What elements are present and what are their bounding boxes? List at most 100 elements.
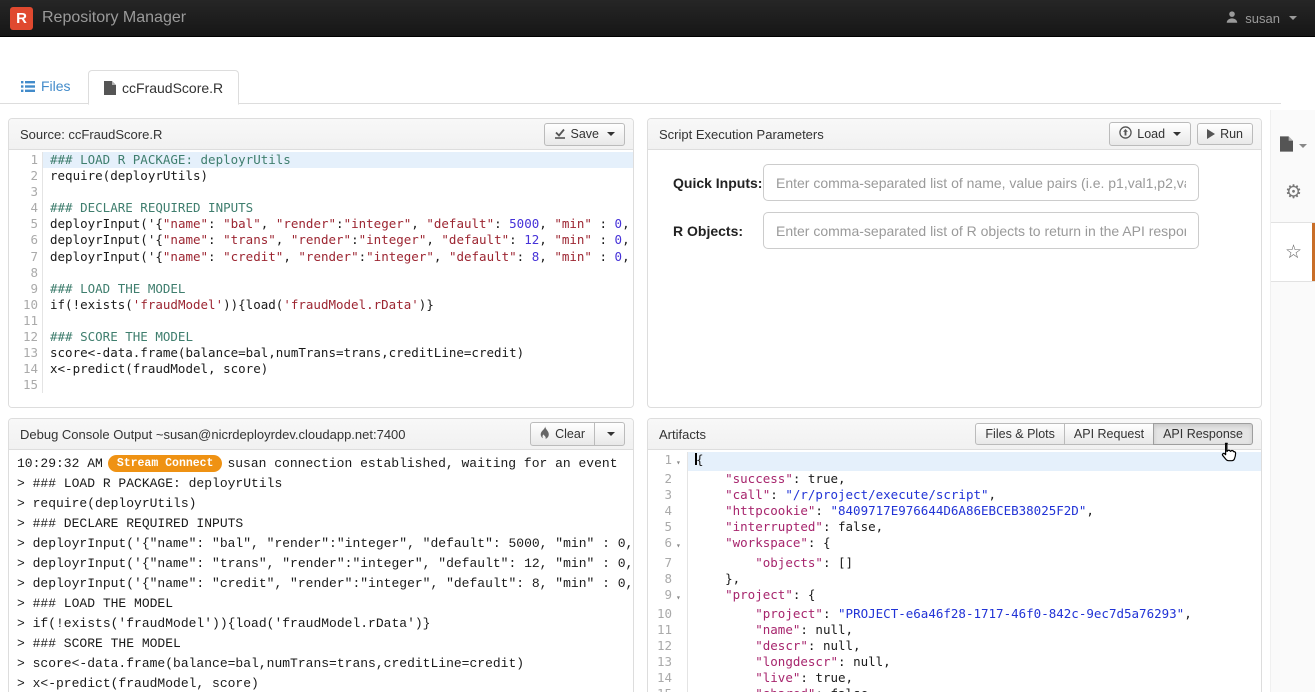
code-line: 13 "longdescr": null, <box>648 654 1261 670</box>
script-execution-header: Script Execution Parameters Load Run <box>648 119 1261 150</box>
code-line: 2require(deployrUtils) <box>9 168 633 184</box>
code-line: 3 "call": "/r/project/execute/script", <box>648 487 1261 503</box>
console-line: > score<-data.frame(balance=bal,numTrans… <box>17 654 625 674</box>
fold-toggle[interactable]: ▾ <box>676 587 687 606</box>
code-line: 2 "success": true, <box>648 471 1261 487</box>
console-line: > require(deployrUtils) <box>17 494 625 514</box>
tab-ccfraudscore[interactable]: ccFraudScore.R <box>88 70 239 105</box>
code-line: 14 "live": true, <box>648 670 1261 686</box>
code-line: 10 "project": "PROJECT-e6a46f28-1717-46f… <box>648 606 1261 622</box>
sidebar-settings[interactable]: ⚙ <box>1271 170 1315 214</box>
source-panel-title: Source: ccFraudScore.R <box>20 127 544 142</box>
code-line: 6▾ "workspace": { <box>648 535 1261 554</box>
source-panel: Source: ccFraudScore.R Save 1### LOAD R … <box>8 118 634 408</box>
user-icon <box>1225 10 1239 27</box>
fold-spacer <box>676 606 687 622</box>
code-line: 8 <box>9 265 633 281</box>
code-line: 8 }, <box>648 571 1261 587</box>
script-execution-panel: Script Execution Parameters Load Run Qui… <box>647 118 1262 408</box>
api-response-viewer[interactable]: 1▾{2 "success": true,3 "call": "/r/proje… <box>648 450 1261 692</box>
fire-icon <box>540 426 550 442</box>
code-line: 15 <box>9 377 633 393</box>
file-tabbar: Files ccFraudScore.R <box>0 69 1281 104</box>
quick-inputs-input[interactable] <box>763 164 1199 201</box>
code-line: 15 "shared": false <box>648 686 1261 692</box>
sidebar-favorites[interactable]: ☆ <box>1271 222 1315 282</box>
user-menu[interactable]: susan <box>1225 10 1297 27</box>
fold-spacer <box>676 686 687 692</box>
artifacts-panel: Artifacts Files & Plots API Request API … <box>647 418 1262 692</box>
code-line: 9### LOAD THE MODEL <box>9 281 633 297</box>
api-request-button[interactable]: API Request <box>1064 423 1154 445</box>
fold-spacer <box>676 471 687 487</box>
tab-files-label: Files <box>41 78 71 94</box>
console-line: 10:29:32 AMStream Connectsusan connectio… <box>17 454 625 474</box>
code-line: 5deployrInput('{"name": "bal", "render":… <box>9 216 633 232</box>
console-line: > ### SCORE THE MODEL <box>17 634 625 654</box>
code-line: 1### LOAD R PACKAGE: deployrUtils <box>9 152 633 168</box>
fold-toggle[interactable]: ▾ <box>676 535 687 554</box>
debug-console-output[interactable]: 10:29:32 AMStream Connectsusan connectio… <box>9 450 633 692</box>
save-button[interactable]: Save <box>544 123 626 146</box>
app-logo: R <box>10 7 33 30</box>
code-line: 12 "descr": null, <box>648 638 1261 654</box>
tab-ccfraudscore-label: ccFraudScore.R <box>122 80 223 96</box>
fold-toggle[interactable]: ▾ <box>676 452 687 471</box>
code-line: 4### DECLARE REQUIRED INPUTS <box>9 200 633 216</box>
clear-button[interactable]: Clear <box>530 422 595 446</box>
debug-console-panel: Debug Console Output ~susan@nicrdeployrd… <box>8 418 634 692</box>
tab-files[interactable]: Files <box>8 69 84 104</box>
code-line: 7 "objects": [] <box>648 555 1261 571</box>
quick-inputs-label: Quick Inputs: <box>648 175 763 191</box>
artifacts-title: Artifacts <box>659 427 975 442</box>
list-icon <box>21 80 35 96</box>
console-line: > ### DECLARE REQUIRED INPUTS <box>17 514 625 534</box>
sidebar-file-caret-icon <box>1299 144 1307 148</box>
gear-icon: ⚙ <box>1285 181 1302 204</box>
code-line: 11 <box>9 313 633 329</box>
code-line: 5 "interrupted": false, <box>648 519 1261 535</box>
document-icon <box>1280 136 1293 157</box>
sidebar-file-menu[interactable] <box>1271 124 1315 168</box>
code-line: 7deployrInput('{"name": "credit", "rende… <box>9 249 633 265</box>
console-line: > deployrInput('{"name": "credit", "rend… <box>17 574 625 594</box>
debug-console-header: Debug Console Output ~susan@nicrdeployrd… <box>9 419 633 450</box>
fold-spacer <box>676 555 687 571</box>
stream-connect-badge: Stream Connect <box>108 455 223 472</box>
user-name: susan <box>1245 11 1280 26</box>
fold-spacer <box>676 571 687 587</box>
right-sidebar: ⚙ ☆ <box>1270 110 1315 692</box>
fold-spacer <box>676 638 687 654</box>
console-line: > if(!exists('fraudModel')){load('fraudM… <box>17 614 625 634</box>
files-plots-button[interactable]: Files & Plots <box>975 423 1064 445</box>
load-button[interactable]: Load <box>1109 122 1191 146</box>
top-navbar: R Repository Manager susan <box>0 0 1315 37</box>
clear-dropdown-button[interactable] <box>594 422 625 446</box>
source-panel-header: Source: ccFraudScore.R Save <box>9 119 633 150</box>
clear-caret-icon <box>607 432 615 436</box>
save-caret-icon <box>607 132 615 136</box>
fold-spacer <box>676 622 687 638</box>
save-icon <box>554 127 566 142</box>
script-execution-title: Script Execution Parameters <box>659 127 1109 142</box>
code-line: 14x<-predict(fraudModel, score) <box>9 361 633 377</box>
artifacts-header: Artifacts Files & Plots API Request API … <box>648 419 1261 450</box>
code-line: 1▾{ <box>648 452 1261 471</box>
fold-spacer <box>676 503 687 519</box>
code-line: 13score<-data.frame(balance=bal,numTrans… <box>9 345 633 361</box>
code-line: 10if(!exists('fraudModel')){load('fraudM… <box>9 297 633 313</box>
r-objects-input[interactable] <box>763 212 1199 249</box>
debug-console-title: Debug Console Output ~susan@nicrdeployrd… <box>20 427 530 442</box>
play-icon <box>1207 129 1215 139</box>
console-line: > deployrInput('{"name": "bal", "render"… <box>17 534 625 554</box>
fold-spacer <box>676 670 687 686</box>
console-line: > x<-predict(fraudModel, score) <box>17 674 625 692</box>
code-line: 4 "httpcookie": "8409717E976644D6A86EBCE… <box>648 503 1261 519</box>
run-button[interactable]: Run <box>1197 123 1253 145</box>
code-line: 9▾ "project": { <box>648 587 1261 606</box>
fold-spacer <box>676 654 687 670</box>
r-objects-label: R Objects: <box>648 223 763 239</box>
source-code-editor[interactable]: 1### LOAD R PACKAGE: deployrUtils2requir… <box>9 150 633 407</box>
console-line: > ### LOAD THE MODEL <box>17 594 625 614</box>
api-response-button[interactable]: API Response <box>1153 423 1253 445</box>
